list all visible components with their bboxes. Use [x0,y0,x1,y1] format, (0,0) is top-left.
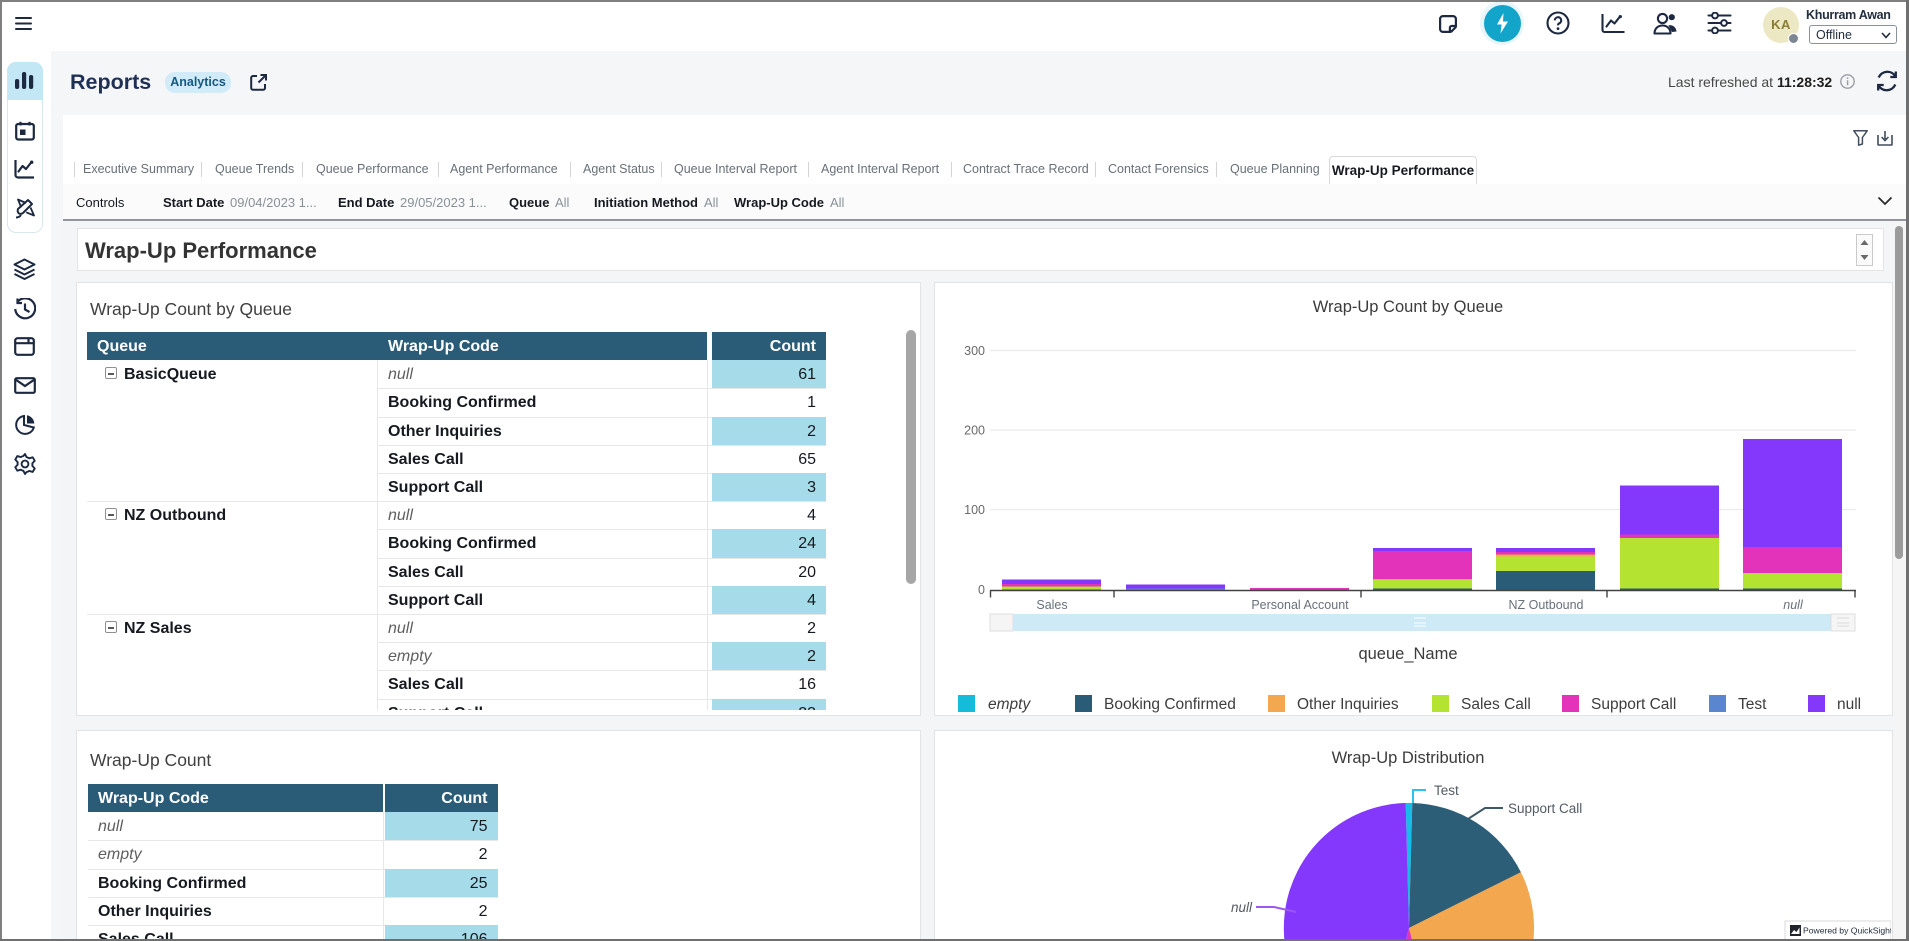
svg-text:Powered by QuickSight: Powered by QuickSight [1803,926,1891,936]
svg-text:Test: Test [1738,696,1767,713]
svg-text:Sales: Sales [1036,598,1067,612]
svg-text:300: 300 [964,344,985,358]
svg-text:null: null [1783,598,1804,612]
svg-text:200: 200 [964,424,985,438]
svg-text:Personal Account: Personal Account [1251,598,1349,612]
svg-text:queue_Name: queue_Name [1358,645,1457,663]
svg-text:Test: Test [1434,783,1459,798]
svg-text:Wrap-Up Count by Queue: Wrap-Up Count by Queue [1313,298,1503,316]
svg-text:null: null [1231,900,1253,915]
svg-text:empty: empty [988,696,1031,713]
svg-text:null: null [1837,696,1861,713]
svg-text:Sales Call: Sales Call [1461,696,1531,713]
svg-text:Support Call: Support Call [1591,696,1676,713]
svg-text:Wrap-Up Distribution: Wrap-Up Distribution [1332,749,1485,767]
svg-text:100: 100 [964,503,985,517]
svg-text:Support Call: Support Call [1508,801,1582,816]
svg-text:0: 0 [978,583,985,597]
svg-text:NZ Outbound: NZ Outbound [1508,598,1583,612]
svg-text:Booking Confirmed: Booking Confirmed [1104,696,1236,713]
svg-text:Other Inquiries: Other Inquiries [1297,696,1399,713]
